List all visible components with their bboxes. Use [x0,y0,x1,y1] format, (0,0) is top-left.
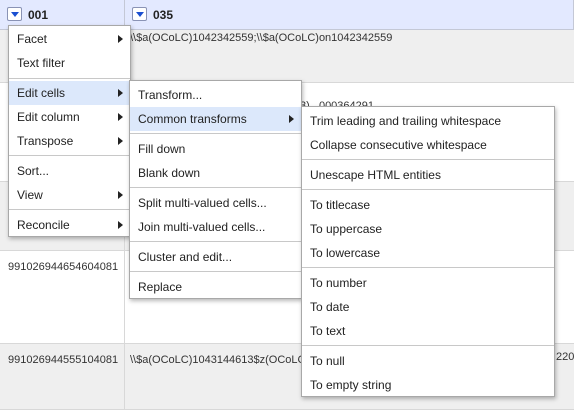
menu-item-facet[interactable]: Facet [9,27,130,51]
menu-item-text-filter[interactable]: Text filter [9,51,130,75]
common-transforms-submenu: Trim leading and trailing whitespace Col… [301,106,555,397]
menu-item-to-empty-string[interactable]: To empty string [302,373,554,397]
menu-separator [130,187,301,188]
menu-item-view[interactable]: View [9,183,130,207]
menu-separator [130,271,301,272]
column-header-label: 001 [28,8,49,22]
menu-separator [302,189,554,190]
menu-separator [9,78,130,79]
menu-item-to-titlecase[interactable]: To titlecase [302,193,554,217]
cell-text-fragment: 220 [556,351,574,363]
chevron-right-icon [118,113,123,121]
column-header-label: 035 [153,8,174,22]
menu-item-reconcile[interactable]: Reconcile [9,213,130,237]
menu-item-common-transforms[interactable]: Common transforms [130,107,301,131]
menu-separator [302,345,554,346]
menu-item-to-number[interactable]: To number [302,271,554,295]
menu-item-join-multi-valued-cells[interactable]: Join multi-valued cells... [130,215,301,239]
menu-item-to-uppercase[interactable]: To uppercase [302,217,554,241]
column-header-035: 035 [125,0,574,30]
menu-item-sort[interactable]: Sort... [9,159,130,183]
menu-item-transform[interactable]: Transform... [130,83,301,107]
menu-item-split-multi-valued-cells[interactable]: Split multi-valued cells... [130,191,301,215]
menu-item-transpose[interactable]: Transpose [9,129,130,153]
table-cell[interactable]: 991026944654604081 [0,251,125,343]
menu-separator [302,267,554,268]
menu-item-to-lowercase[interactable]: To lowercase [302,241,554,265]
menu-item-trim-whitespace[interactable]: Trim leading and trailing whitespace [302,109,554,133]
chevron-down-icon [136,12,144,17]
chevron-right-icon [289,115,294,123]
menu-item-collapse-whitespace[interactable]: Collapse consecutive whitespace [302,133,554,157]
menu-item-to-null[interactable]: To null [302,349,554,373]
menu-separator [9,155,130,156]
chevron-down-icon [11,12,19,17]
menu-item-blank-down[interactable]: Blank down [130,161,301,185]
menu-separator [130,241,301,242]
menu-item-fill-down[interactable]: Fill down [130,137,301,161]
column-menu-dropdown-button[interactable] [132,7,147,21]
menu-item-cluster-and-edit[interactable]: Cluster and edit... [130,245,301,269]
menu-item-to-text[interactable]: To text [302,319,554,343]
menu-item-unescape-html[interactable]: Unescape HTML entities [302,163,554,187]
edit-cells-submenu: Transform... Common transforms Fill down… [129,80,302,299]
menu-separator [130,133,301,134]
chevron-right-icon [118,35,123,43]
menu-item-edit-column[interactable]: Edit column [9,105,130,129]
menu-item-edit-cells[interactable]: Edit cells [9,81,130,105]
menu-item-to-date[interactable]: To date [302,295,554,319]
chevron-right-icon [118,137,123,145]
chevron-right-icon [118,191,123,199]
table-cell[interactable]: \\$a(OCoLC)1042342559;\\$a(OCoLC)on10423… [125,30,574,82]
menu-separator [302,159,554,160]
chevron-right-icon [118,89,123,97]
menu-separator [9,209,130,210]
table-cell[interactable]: 991026944555104081 [0,344,125,409]
column-menu: Facet Text filter Edit cells Edit column… [8,25,131,237]
menu-item-replace[interactable]: Replace [130,275,301,299]
column-menu-dropdown-button[interactable] [7,7,22,21]
chevron-right-icon [118,221,123,229]
